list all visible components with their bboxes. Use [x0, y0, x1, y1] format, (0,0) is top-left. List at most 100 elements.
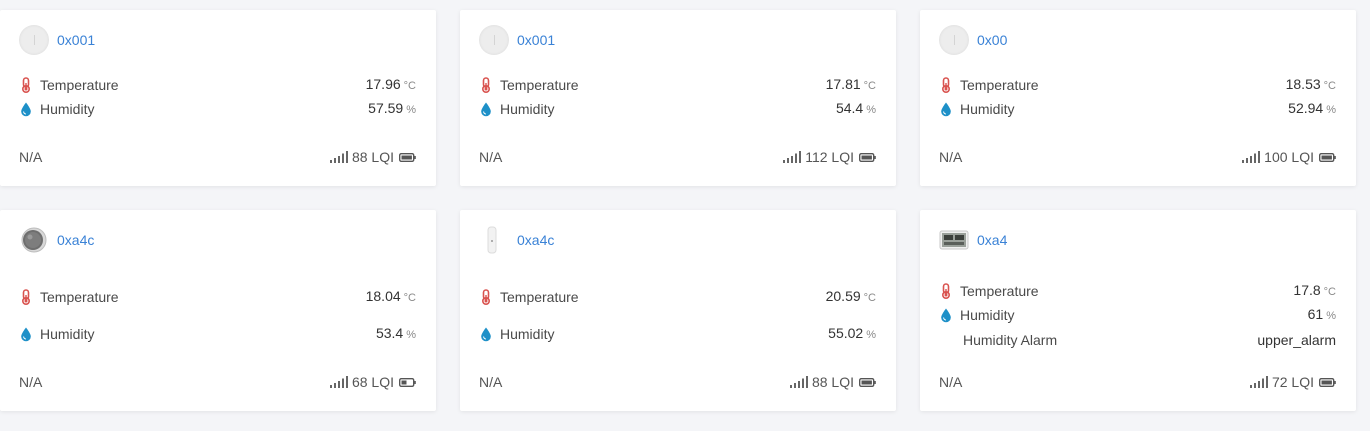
device-id-link[interactable]: 0xa4 — [977, 232, 1057, 248]
droplet-icon — [21, 327, 31, 342]
device-id-link[interactable]: 0x00 — [977, 32, 1057, 48]
humidity-unit: % — [406, 329, 416, 341]
device-card[interactable]: 0x00 Temperature 18.53 °C Humidity 52.94… — [920, 10, 1356, 186]
humidity-row: Humidity 54.4% — [479, 99, 876, 119]
status-text: N/A — [939, 374, 963, 390]
humidity-unit: % — [866, 104, 876, 116]
lqi-value: 88 LQI — [351, 149, 394, 165]
humidity-row: Humidity 61% — [939, 305, 1336, 325]
device-card[interactable]: 0xa4c Temperature 18.04 °C Humidity 53.4… — [0, 210, 436, 411]
humidity-label: Humidity — [40, 101, 95, 117]
humidity-label: Humidity — [960, 101, 1015, 117]
signal-bars-icon — [783, 151, 802, 163]
thermometer-icon — [22, 289, 30, 305]
device-footer: N/A 88 LQI — [19, 148, 416, 166]
device-footer: N/A 88 LQI — [479, 373, 876, 391]
humidity-value: 57.59 — [368, 100, 404, 116]
temperature-label: Temperature — [40, 77, 119, 93]
device-id-link[interactable]: 0xa4c — [517, 232, 604, 248]
lqi-value: 72 LQI — [1271, 374, 1314, 390]
round-sensor-icon — [21, 227, 47, 253]
battery-icon — [859, 152, 876, 162]
device-avatar[interactable] — [939, 225, 969, 255]
temperature-unit: °C — [1323, 286, 1336, 298]
humidity-unit: % — [406, 104, 416, 116]
temperature-unit: °C — [1323, 80, 1336, 92]
status-text: N/A — [19, 149, 43, 165]
device-header: 0xa4 — [939, 225, 1336, 255]
device-avatar[interactable] — [479, 25, 509, 55]
humidity-alarm-label: Humidity Alarm — [963, 332, 1058, 348]
humidity-alarm-value: upper_alarm — [1257, 332, 1336, 348]
device-id-link[interactable]: 0xa4c — [57, 232, 144, 248]
humidity-value: 52.94 — [1288, 100, 1324, 116]
droplet-icon — [941, 308, 951, 323]
device-header: 0x001 — [19, 25, 416, 55]
temperature-row: Temperature 17.81 °C — [479, 75, 876, 95]
temperature-row: Temperature 18.04 °C — [19, 287, 416, 307]
temperature-unit: °C — [863, 80, 876, 92]
battery-icon — [859, 377, 876, 387]
device-footer: N/A 72 LQI — [939, 373, 1336, 391]
humidity-value: 55.02 — [828, 325, 864, 341]
battery-icon — [399, 377, 416, 387]
device-id-link[interactable]: 0x001 — [57, 32, 144, 48]
temperature-row: Temperature 17.8 °C — [939, 281, 1336, 301]
signal-bars-icon — [329, 151, 348, 163]
humidity-unit: % — [1326, 104, 1336, 116]
device-id-link[interactable]: 0x001 — [517, 32, 604, 48]
humidity-label: Humidity — [500, 101, 555, 117]
signal-bars-icon — [1249, 376, 1268, 388]
humidity-row: Humidity 52.94% — [939, 99, 1336, 119]
signal-bars-icon — [1242, 151, 1261, 163]
temperature-label: Temperature — [40, 289, 119, 305]
droplet-icon — [941, 102, 951, 117]
device-grid: 0x001 Temperature 17.96 °C Humidity 57.5… — [0, 10, 1356, 411]
thermometer-icon — [942, 283, 950, 299]
humidity-label: Humidity — [40, 326, 95, 342]
temperature-row: Temperature 17.96 °C — [19, 75, 416, 95]
battery-icon — [1319, 377, 1336, 387]
device-card[interactable]: 0x001 Temperature 17.96 °C Humidity 57.5… — [0, 10, 436, 186]
device-header: 0xa4c — [19, 225, 416, 255]
droplet-icon — [481, 102, 491, 117]
battery-icon — [399, 152, 416, 162]
temperature-value: 17.96 — [365, 76, 401, 92]
device-card[interactable]: 0x001 Temperature 17.81 °C Humidity 54.4… — [460, 10, 896, 186]
device-avatar[interactable] — [19, 25, 49, 55]
thermometer-icon — [482, 77, 490, 93]
humidity-value: 53.4 — [375, 325, 404, 341]
device-avatar[interactable] — [19, 225, 49, 255]
lcd-sensor-icon — [939, 230, 969, 250]
temperature-value: 20.59 — [825, 288, 861, 304]
lqi-value: 88 LQI — [811, 374, 854, 390]
humidity-unit: % — [1326, 310, 1336, 322]
humidity-alarm-row: Humidity Alarm upper_alarm — [939, 330, 1336, 350]
device-avatar[interactable] — [479, 225, 509, 255]
lqi-value: 112 LQI — [805, 149, 854, 165]
humidity-label: Humidity — [960, 307, 1015, 323]
signal-bars-icon — [789, 376, 808, 388]
device-avatar[interactable] — [939, 25, 969, 55]
status-text: N/A — [939, 149, 963, 165]
humidity-value: 61 — [1307, 306, 1324, 322]
temperature-unit: °C — [863, 292, 876, 304]
temperature-value: 17.8 — [1293, 282, 1321, 298]
device-footer: N/A 68 LQI — [19, 373, 416, 391]
humidity-row: Humidity 53.4% — [19, 324, 416, 344]
lqi-value: 100 LQI — [1264, 149, 1314, 165]
signal-bars-icon — [329, 376, 348, 388]
temperature-unit: °C — [403, 292, 416, 304]
thermometer-icon — [482, 289, 490, 305]
device-header: 0x00 — [939, 25, 1336, 55]
humidity-row: Humidity 57.59% — [19, 99, 416, 119]
temperature-row: Temperature 20.59 °C — [479, 287, 876, 307]
device-footer: N/A 100 LQI — [939, 148, 1336, 166]
temperature-label: Temperature — [500, 77, 579, 93]
droplet-icon — [481, 327, 491, 342]
device-card[interactable]: 0xa4 Temperature 17.8 °C Humidity 61 % H… — [920, 210, 1356, 411]
droplet-icon — [21, 102, 31, 117]
device-header: 0xa4c — [479, 225, 876, 255]
device-card[interactable]: 0xa4c Temperature 20.59 °C Humidity 55.0… — [460, 210, 896, 411]
temperature-label: Temperature — [960, 77, 1039, 93]
